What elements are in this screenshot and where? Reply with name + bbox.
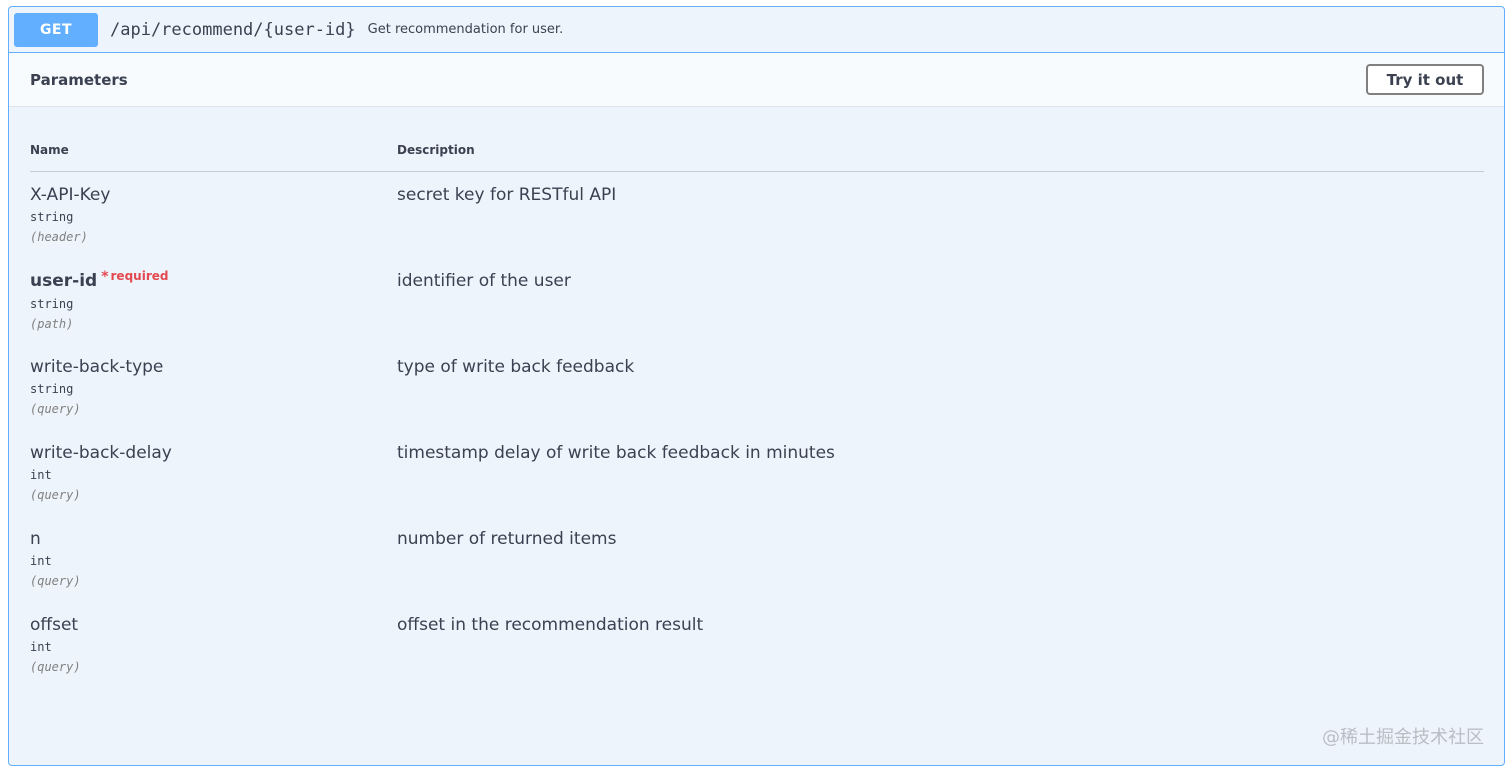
table-row: write-back-type string (query) type of w…	[30, 344, 1484, 430]
parameter-name: write-back-delay	[30, 443, 172, 463]
parameter-description: timestamp delay of write back feedback i…	[397, 443, 835, 463]
table-row: offset int (query) offset in the recomme…	[30, 602, 1484, 688]
http-method-badge: GET	[14, 12, 98, 47]
parameter-type: string	[30, 382, 74, 396]
parameter-description: offset in the recommendation result	[397, 615, 704, 635]
table-row: X-API-Key string (header) secret key for…	[30, 172, 1484, 258]
table-row: write-back-delay int (query) timestamp d…	[30, 430, 1484, 516]
operation-path: /api/recommend/{user-id}	[110, 19, 356, 40]
watermark: @稀土掘金技术社区	[1322, 727, 1484, 748]
parameter-description: type of write back feedback	[397, 357, 635, 377]
try-it-out-button[interactable]: Try it out	[1366, 64, 1484, 95]
parameter-type: string	[30, 297, 74, 311]
operation-summary[interactable]: GET /api/recommend/{user-id} Get recomme…	[9, 7, 1504, 53]
parameters-title: Parameters	[30, 71, 128, 89]
parameter-type: int	[30, 468, 52, 482]
parameter-type: int	[30, 554, 52, 568]
parameters-table: Name Description X-API-Key string (heade…	[30, 141, 1484, 688]
parameter-name-cell: write-back-type string (query)	[30, 356, 390, 418]
operation-description: Get recommendation for user.	[367, 22, 564, 37]
parameter-type: int	[30, 640, 52, 654]
column-header-name: Name	[30, 143, 69, 157]
column-header-description: Description	[397, 143, 475, 157]
parameter-name: write-back-type	[30, 357, 164, 377]
required-star: *	[101, 269, 109, 285]
parameter-name: n	[30, 529, 41, 549]
parameter-description: secret key for RESTful API	[397, 185, 617, 205]
parameter-name-line: user-id * required	[30, 269, 390, 293]
table-row: n int (query) number of returned items	[30, 516, 1484, 602]
parameter-name-cell: n int (query)	[30, 528, 390, 590]
parameter-location: (query)	[30, 574, 81, 588]
table-header: Name Description	[30, 141, 1484, 172]
parameter-name: X-API-Key	[30, 185, 111, 205]
parameter-description: identifier of the user	[397, 271, 571, 291]
parameter-location: (query)	[30, 402, 81, 416]
required-label: required	[110, 269, 169, 283]
operation-block: GET /api/recommend/{user-id} Get recomme…	[8, 6, 1505, 766]
parameter-name: offset	[30, 615, 79, 635]
parameter-location: (path)	[30, 317, 74, 331]
parameter-location: (query)	[30, 660, 81, 674]
parameter-type: string	[30, 210, 74, 224]
parameter-name-cell: user-id * required string (path)	[30, 269, 390, 333]
table-row: user-id * required string (path) identifie…	[30, 258, 1484, 344]
parameter-description: number of returned items	[397, 529, 617, 549]
parameter-location: (query)	[30, 488, 81, 502]
parameter-location: (header)	[30, 230, 88, 244]
parameters-header: Parameters Try it out	[9, 53, 1504, 107]
parameter-name-cell: offset int (query)	[30, 614, 390, 676]
parameter-name: user-id	[30, 271, 98, 291]
parameter-name-cell: X-API-Key string (header)	[30, 184, 390, 246]
parameter-name-cell: write-back-delay int (query)	[30, 442, 390, 504]
